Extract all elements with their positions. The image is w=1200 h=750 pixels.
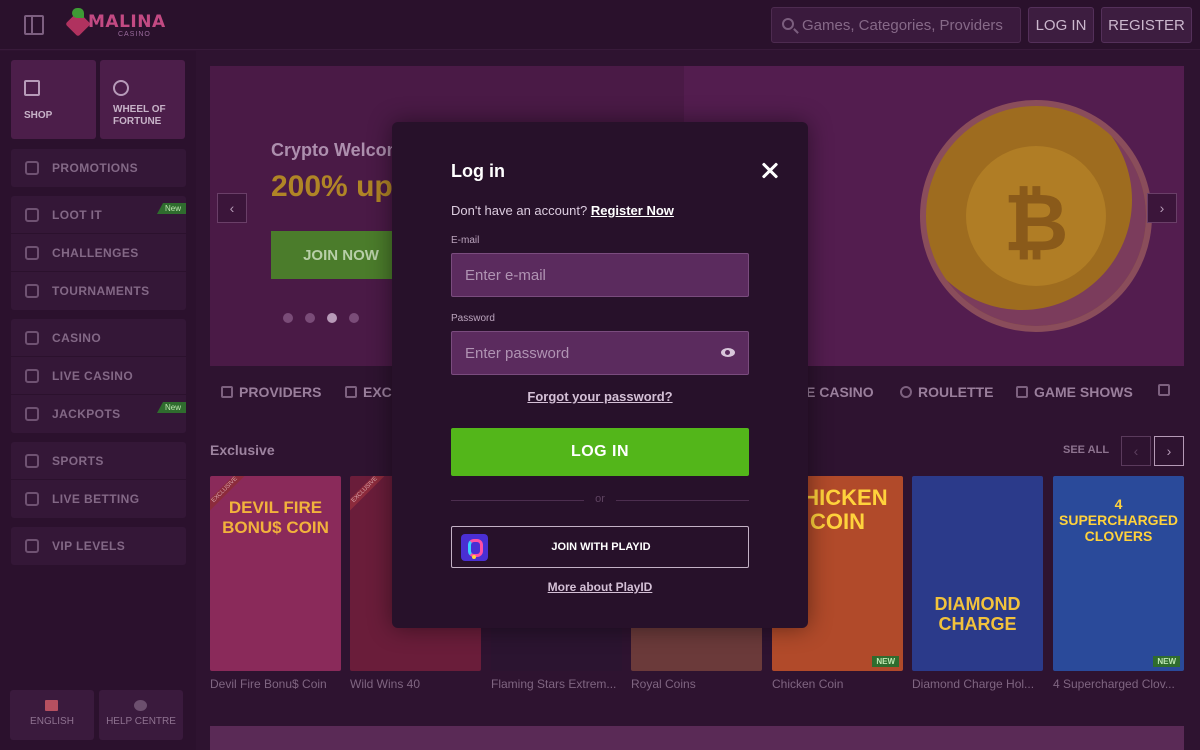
- email-field-wrapper: [451, 253, 749, 297]
- password-label: Password: [451, 313, 495, 324]
- or-divider: or: [451, 492, 749, 508]
- more-about-playid-link[interactable]: More about PlayID: [392, 580, 808, 594]
- playid-button-label: JOIN WITH PLAYID: [551, 541, 651, 553]
- email-field[interactable]: [452, 254, 748, 296]
- password-field[interactable]: [452, 332, 748, 374]
- login-submit-button[interactable]: LOG IN: [451, 428, 749, 476]
- no-account-text: Don't have an account? Register Now: [451, 203, 674, 218]
- register-now-link[interactable]: Register Now: [591, 203, 674, 218]
- close-icon[interactable]: [759, 160, 781, 182]
- join-with-playid-button[interactable]: JOIN WITH PLAYID: [451, 526, 749, 568]
- modal-title: Log in: [451, 161, 505, 181]
- no-account-label: Don't have an account?: [451, 203, 588, 218]
- login-modal: Log in Don't have an account? Register N…: [392, 122, 808, 628]
- email-label: E-mail: [451, 235, 480, 246]
- or-text: or: [595, 493, 605, 505]
- forgot-password-link[interactable]: Forgot your password?: [392, 389, 808, 404]
- show-password-eye-icon[interactable]: [721, 348, 735, 357]
- password-field-wrapper: [451, 331, 749, 375]
